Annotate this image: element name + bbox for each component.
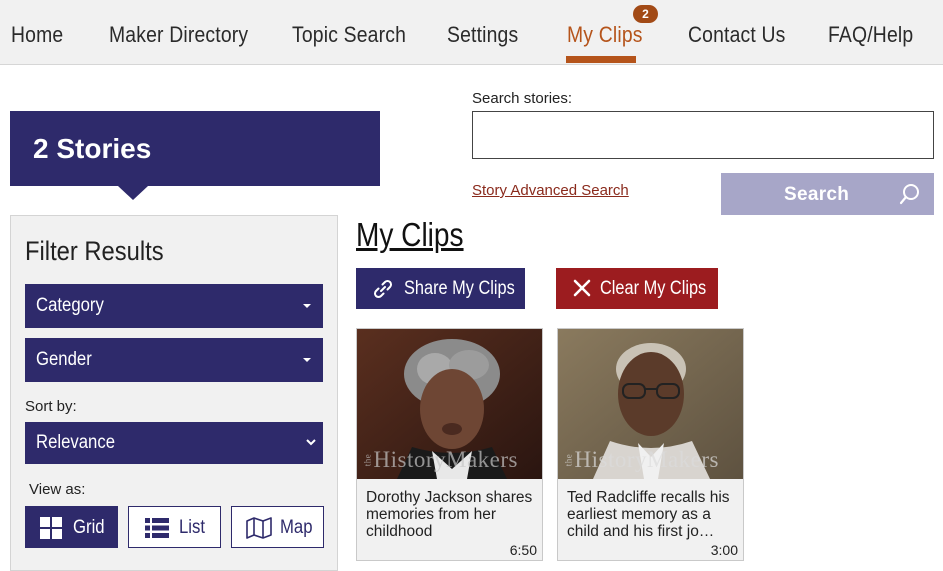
clip-card[interactable]: theHistoryMakers Dorothy Jackson shares … — [356, 328, 543, 561]
nav-contact-us[interactable]: Contact Us — [688, 22, 786, 48]
nav-settings[interactable]: Settings — [447, 22, 518, 48]
search-button[interactable]: Search — [721, 173, 934, 215]
search-button-label: Search — [784, 184, 850, 205]
clip-thumbnail: theHistoryMakers — [357, 329, 542, 479]
active-tab-indicator — [566, 56, 636, 63]
chevron-down-icon — [306, 439, 316, 446]
list-icon — [145, 518, 169, 538]
clip-card[interactable]: theHistoryMakers Ted Radcliffe recalls h… — [557, 328, 744, 561]
link-icon — [373, 279, 393, 299]
nav-faq-help[interactable]: FAQ/Help — [828, 22, 913, 48]
clip-title: Dorothy Jackson shares memories from her… — [366, 489, 533, 540]
share-clips-label: Share My Clips — [404, 278, 515, 299]
view-list-button[interactable]: List — [128, 506, 221, 548]
view-map-label: Map — [280, 517, 313, 538]
clear-clips-label: Clear My Clips — [600, 278, 707, 299]
advanced-search-link[interactable]: Story Advanced Search — [472, 182, 629, 199]
watermark-logo: theHistoryMakers — [362, 447, 518, 472]
search-label: Search stories: — [472, 90, 573, 107]
banner-pointer — [118, 186, 148, 200]
clip-thumbnail: theHistoryMakers — [558, 329, 743, 479]
sort-label: Sort by: — [25, 398, 77, 415]
gender-dropdown[interactable]: Gender — [25, 338, 323, 382]
clips-count-badge: 2 — [633, 5, 658, 23]
gender-label: Gender — [36, 349, 92, 370]
watermark-logo: theHistoryMakers — [563, 447, 719, 472]
category-label: Category — [36, 295, 104, 316]
top-nav: Home Maker Directory Topic Search Settin… — [0, 0, 943, 65]
clip-duration: 6:50 — [509, 542, 537, 558]
sort-value: Relevance — [36, 432, 116, 453]
sort-select[interactable]: Relevance — [25, 422, 323, 464]
grid-icon — [40, 517, 62, 539]
clip-duration: 3:00 — [710, 542, 738, 558]
nav-my-clips[interactable]: My Clips — [567, 22, 643, 48]
nav-maker-directory[interactable]: Maker Directory — [109, 22, 248, 48]
search-icon — [899, 184, 919, 205]
stories-count-banner: 2 Stories — [10, 111, 380, 186]
nav-topic-search[interactable]: Topic Search — [292, 22, 406, 48]
filter-panel: Filter Results Category Gender Sort by: … — [10, 215, 338, 571]
view-grid-label: Grid — [73, 517, 105, 538]
view-as-label: View as: — [29, 481, 86, 498]
view-grid-button[interactable]: Grid — [25, 506, 118, 548]
category-dropdown[interactable]: Category — [25, 284, 323, 328]
close-icon — [573, 279, 591, 297]
stories-count: 2 Stories — [33, 133, 152, 164]
clear-clips-button[interactable]: Clear My Clips — [556, 268, 718, 309]
caret-down-icon — [303, 358, 311, 362]
search-input[interactable] — [472, 111, 934, 159]
share-clips-button[interactable]: Share My Clips — [356, 268, 525, 309]
view-map-button[interactable]: Map — [231, 506, 324, 548]
caret-down-icon — [303, 304, 311, 308]
view-list-label: List — [179, 517, 206, 538]
filter-title: Filter Results — [25, 236, 164, 266]
clip-title: Ted Radcliffe recalls his earliest memor… — [567, 489, 730, 540]
my-clips-title: My Clips — [356, 216, 464, 253]
nav-home[interactable]: Home — [11, 22, 63, 48]
map-icon — [246, 517, 272, 539]
